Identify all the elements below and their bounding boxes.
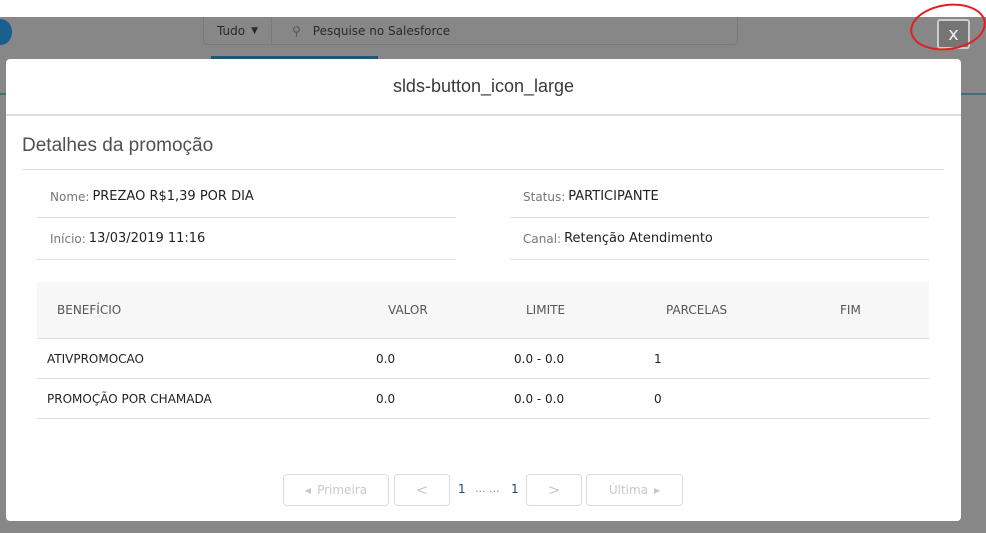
- benefits-table: BENEFÍCIO VALOR LIMITE PARCELAS FIM ATIV…: [37, 282, 929, 419]
- header-valor[interactable]: VALOR: [388, 303, 428, 317]
- field-value: PREZAO R$1,39 POR DIA: [92, 189, 254, 204]
- cell-valor: 0.0: [376, 351, 396, 366]
- table-row: PROMOÇÃO POR CHAMADA 0.0 0.0 - 0.0 0: [37, 379, 929, 419]
- search-input[interactable]: Pesquise no Salesforce: [313, 24, 450, 38]
- cell-beneficio: ATIVPROMOCAO: [47, 351, 144, 366]
- field-label: Início:: [50, 231, 86, 246]
- field-canal: Canal: Retenção Atendimento: [510, 218, 929, 260]
- page-ellipsis: ... ...: [475, 482, 500, 495]
- field-value: Retenção Atendimento: [564, 231, 713, 246]
- promotion-modal: slds-button_icon_large Detalhes da promo…: [6, 59, 961, 521]
- cell-limite: 0.0 - 0.0: [514, 391, 565, 406]
- table-header: BENEFÍCIO VALOR LIMITE PARCELAS FIM: [37, 282, 929, 339]
- header-beneficio[interactable]: BENEFÍCIO: [57, 303, 121, 317]
- field-nome: Nome: PREZAO R$1,39 POR DIA: [37, 176, 456, 218]
- first-page-button[interactable]: ◀ Primeira: [283, 474, 389, 506]
- cell-parcelas: 0: [654, 391, 662, 406]
- header-fim[interactable]: FIM: [840, 303, 861, 317]
- header-parcelas[interactable]: PARCELAS: [666, 303, 727, 317]
- triangle-left-icon: ◀: [304, 485, 312, 495]
- last-page-button[interactable]: Última ▶: [586, 474, 683, 506]
- triangle-right-icon: ▶: [654, 485, 661, 495]
- search-scope-dropdown[interactable]: Tudo ▼: [204, 17, 272, 44]
- field-inicio: Início: 13/03/2019 11:16: [37, 218, 456, 260]
- section-title: Detalhes da promoção: [22, 135, 214, 156]
- modal-title: slds-button_icon_large: [392, 76, 575, 96]
- field-value: 13/03/2019 11:16: [88, 231, 206, 246]
- table-row: ATIVPROMOCAO 0.0 0.0 - 0.0 1: [37, 339, 929, 379]
- caret-down-icon: ▼: [251, 25, 258, 36]
- field-value: PARTICIPANTE: [568, 189, 659, 204]
- header-limite[interactable]: LIMITE: [526, 303, 565, 317]
- cell-parcelas: 1: [654, 351, 662, 366]
- page-number-last[interactable]: 1: [511, 482, 519, 496]
- first-label: Primeira: [317, 483, 368, 497]
- modal-header: slds-button_icon_large: [6, 59, 961, 116]
- chevron-right-icon: >: [547, 481, 561, 499]
- chevron-left-icon: <: [415, 481, 429, 499]
- next-page-button[interactable]: >: [526, 474, 582, 506]
- cell-beneficio: PROMOÇÃO POR CHAMADA: [47, 391, 212, 406]
- field-label: Canal:: [523, 231, 562, 246]
- field-status: Status: PARTICIPANTE: [510, 176, 929, 218]
- cell-valor: 0.0: [376, 391, 396, 406]
- cell-limite: 0.0 - 0.0: [514, 351, 565, 366]
- scope-label: Tudo: [217, 23, 246, 38]
- section-divider: [22, 169, 944, 170]
- global-search[interactable]: Tudo ▼ ⚲ Pesquise no Salesforce: [203, 17, 738, 45]
- pagination: ◀ Primeira < 1 ... ... 1 > Última ▶: [6, 474, 961, 506]
- last-label: Última: [608, 483, 649, 497]
- page-number-current[interactable]: 1: [458, 482, 466, 496]
- field-label: Nome:: [50, 189, 90, 204]
- field-label: Status:: [523, 189, 566, 204]
- search-icon: ⚲: [292, 23, 301, 38]
- prev-page-button[interactable]: <: [394, 474, 450, 506]
